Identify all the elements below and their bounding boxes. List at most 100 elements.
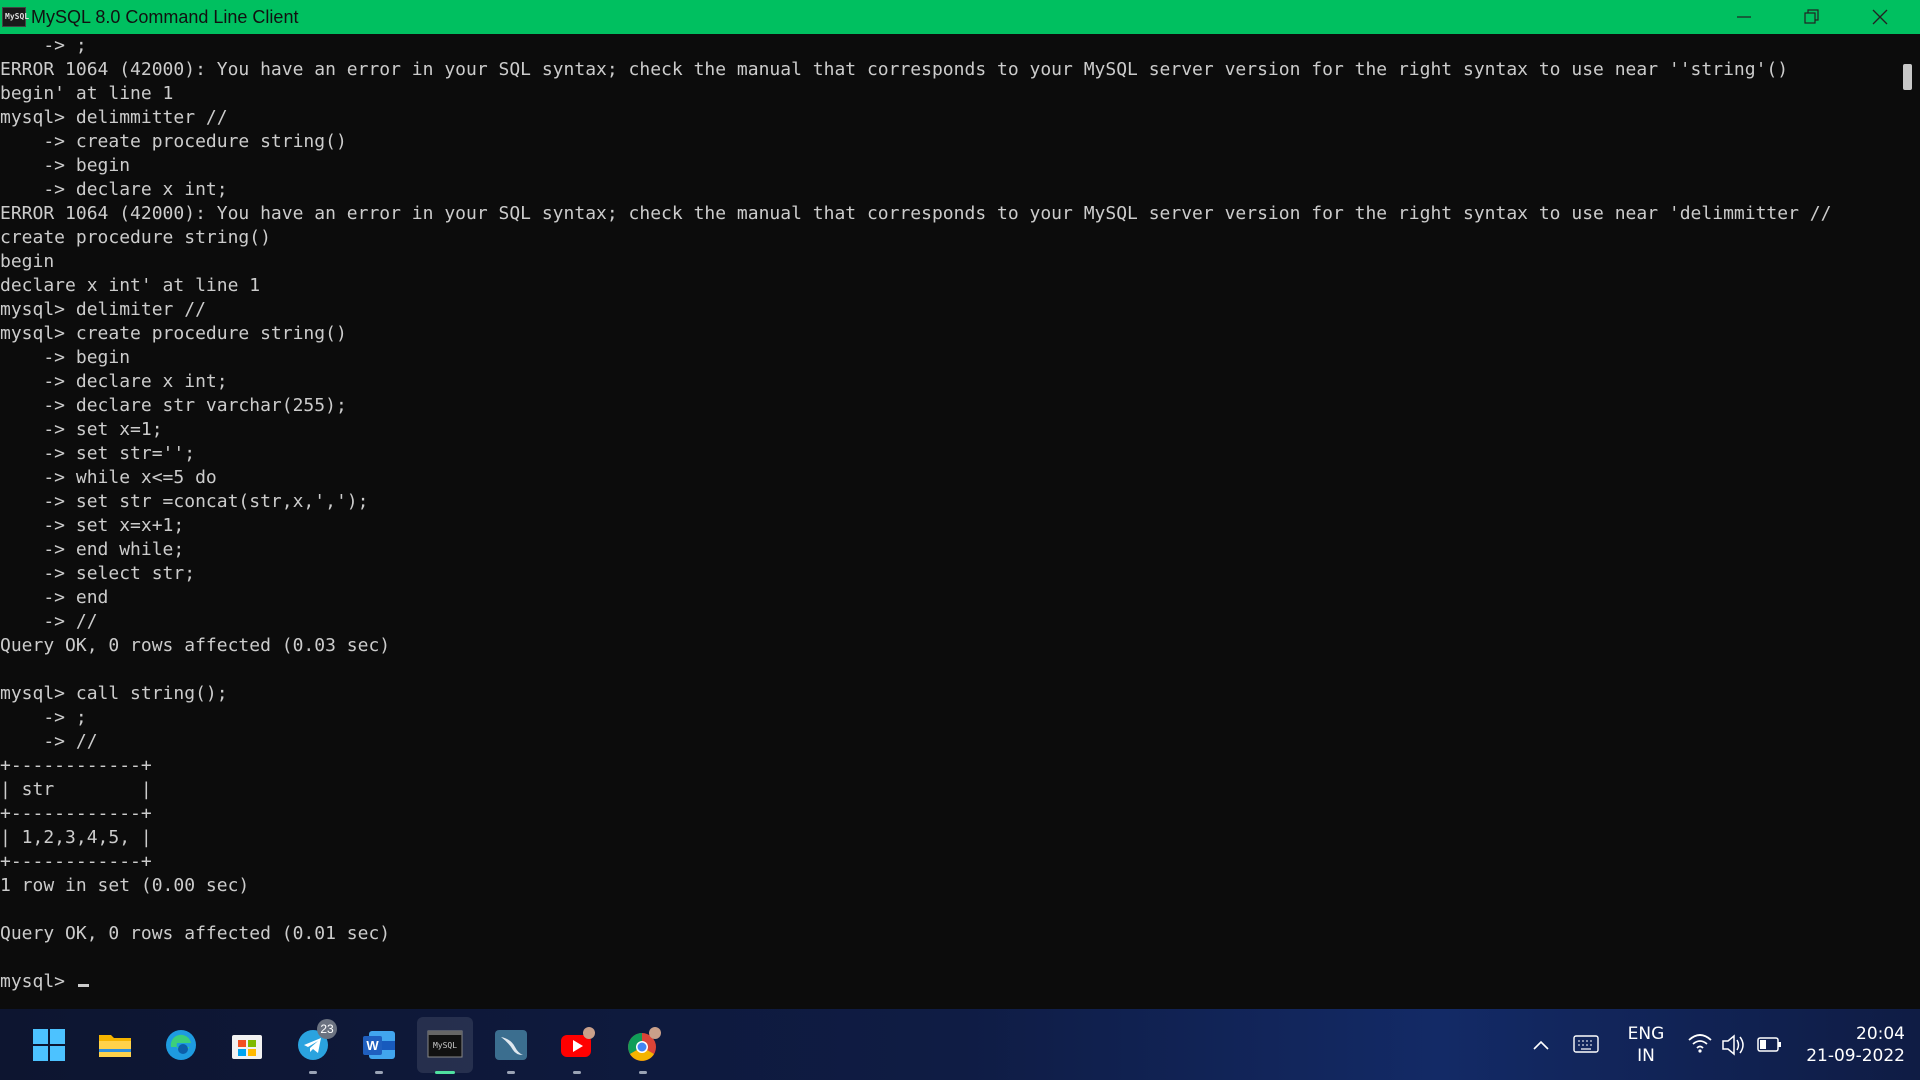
minimize-button[interactable] xyxy=(1710,0,1778,34)
console-line: -> begin xyxy=(0,347,131,368)
battery-status[interactable] xyxy=(1756,1009,1786,1080)
scroll-thumb[interactable] xyxy=(1903,64,1912,90)
mysql-app-icon: MySQL xyxy=(2,7,29,27)
wifi-status[interactable] xyxy=(1686,1009,1716,1080)
svg-text:W: W xyxy=(366,1038,379,1053)
touch-keyboard-button[interactable] xyxy=(1572,1009,1604,1080)
taskbar-youtube[interactable] xyxy=(549,1017,605,1074)
restore-icon xyxy=(1804,9,1819,24)
taskbar-telegram[interactable]: 23 xyxy=(285,1017,341,1074)
folder-icon xyxy=(99,1035,131,1057)
console-line: Query OK, 0 rows affected (0.01 sec) xyxy=(0,923,391,944)
store-icon xyxy=(232,1035,262,1059)
console-line: -> // xyxy=(0,611,98,632)
console-line: mysql> call string(); xyxy=(0,683,228,704)
taskbar-word[interactable]: W xyxy=(351,1017,407,1074)
title-bar[interactable]: MySQL MySQL 8.0 Command Line Client xyxy=(0,0,1920,34)
console-line: create procedure string() xyxy=(0,227,271,248)
language-code: ENG xyxy=(1627,1024,1665,1044)
current-prompt-line[interactable]: mysql> xyxy=(0,970,89,994)
youtube-icon xyxy=(561,1027,595,1057)
taskbar-clock[interactable]: 20:04 21-09-2022 xyxy=(1790,1023,1905,1067)
console-line: -> set str=''; xyxy=(0,443,196,464)
dolphin-icon xyxy=(495,1030,527,1060)
console-line: mysql> delimiter // xyxy=(0,299,206,320)
console-line: +------------+ xyxy=(0,803,152,824)
console-line: -> set x=1; xyxy=(0,419,163,440)
chrome-icon xyxy=(628,1027,661,1061)
console-line: -> select str; xyxy=(0,563,196,584)
window-title: MySQL 8.0 Command Line Client xyxy=(31,7,299,27)
console-line: -> ; xyxy=(0,707,87,728)
input-language-indicator[interactable]: ENG IN xyxy=(1618,1023,1674,1067)
console-line: begin' at line 1 xyxy=(0,83,174,104)
taskbar-mysql-client[interactable]: MySQL xyxy=(417,1017,473,1074)
console-line: +------------+ xyxy=(0,851,152,872)
console-line: -> declare x int; xyxy=(0,371,228,392)
console-line: -> set str =concat(str,x,','); xyxy=(0,491,369,512)
console-text: -> ; ERROR 1064 (42000): You have an erro… xyxy=(0,34,1896,970)
minimize-icon xyxy=(1737,16,1751,18)
chevron-up-icon xyxy=(1533,1040,1549,1050)
console-line: | str | xyxy=(0,779,152,800)
taskbar-edge[interactable] xyxy=(153,1017,209,1073)
taskbar-store[interactable] xyxy=(219,1017,275,1073)
console-output[interactable]: -> ; ERROR 1064 (42000): You have an erro… xyxy=(0,34,1896,1009)
keyboard-icon xyxy=(1573,1035,1599,1053)
text-cursor xyxy=(77,984,89,987)
console-line: -> end while; xyxy=(0,539,185,560)
start-button[interactable] xyxy=(21,1017,77,1073)
running-indicator xyxy=(507,1071,515,1074)
running-indicator xyxy=(375,1071,383,1074)
wifi-icon xyxy=(1688,1034,1712,1053)
taskbar-file-explorer[interactable] xyxy=(87,1017,143,1073)
mysql-terminal-icon: MySQL xyxy=(427,1030,463,1058)
taskbar-mysql-workbench[interactable] xyxy=(483,1017,539,1074)
show-hidden-icons-button[interactable] xyxy=(1530,1009,1560,1080)
console-line: -> set x=x+1; xyxy=(0,515,185,536)
edge-icon xyxy=(166,1030,196,1060)
svg-text:MySQL: MySQL xyxy=(433,1041,457,1050)
console-line: ERROR 1064 (42000): You have an error in… xyxy=(0,203,1832,224)
console-line: -> while x<=5 do xyxy=(0,467,217,488)
console-line: -> declare x int; xyxy=(0,179,228,200)
console-line: | 1,2,3,4,5, | xyxy=(0,827,152,848)
restore-button[interactable] xyxy=(1778,0,1846,34)
battery-icon xyxy=(1757,1037,1781,1052)
clock-time: 20:04 xyxy=(1856,1024,1905,1044)
console-line: -> begin xyxy=(0,155,131,176)
vertical-scrollbar[interactable] xyxy=(1896,34,1920,1009)
close-button[interactable] xyxy=(1846,0,1914,34)
console-line: -> create procedure string() xyxy=(0,131,347,152)
region-code: IN xyxy=(1637,1046,1655,1066)
word-icon: W xyxy=(363,1031,395,1059)
windows-icon xyxy=(33,1029,65,1061)
volume-status[interactable] xyxy=(1720,1009,1750,1080)
console-line: -> declare str varchar(255); xyxy=(0,395,347,416)
running-indicator xyxy=(573,1071,581,1074)
console-line: begin xyxy=(0,251,55,272)
console-line: mysql> create procedure string() xyxy=(0,323,347,344)
clock-date: 21-09-2022 xyxy=(1806,1046,1905,1066)
console-line: -> ; xyxy=(0,35,87,56)
telegram-badge: 23 xyxy=(317,1019,337,1039)
console-line: Query OK, 0 rows affected (0.03 sec) xyxy=(0,635,391,656)
console-line: declare x int' at line 1 xyxy=(0,275,261,296)
close-icon xyxy=(1872,9,1888,25)
running-indicator xyxy=(309,1071,317,1074)
console-line: -> end xyxy=(0,587,109,608)
running-indicator xyxy=(639,1071,647,1074)
speaker-icon xyxy=(1722,1034,1744,1056)
console-line: -> // xyxy=(0,731,98,752)
console-line: 1 row in set (0.00 sec) xyxy=(0,875,250,896)
console-line: +------------+ xyxy=(0,755,152,776)
mysql-prompt: mysql> xyxy=(0,971,76,992)
console-line: ERROR 1064 (42000): You have an error in… xyxy=(0,59,1789,80)
running-indicator xyxy=(435,1071,455,1074)
console-line: mysql> delimmitter // xyxy=(0,107,228,128)
taskbar: 23 W MySQL ENG IN 20:04 21-09-2022 xyxy=(0,1009,1920,1080)
taskbar-chrome[interactable] xyxy=(615,1017,671,1074)
